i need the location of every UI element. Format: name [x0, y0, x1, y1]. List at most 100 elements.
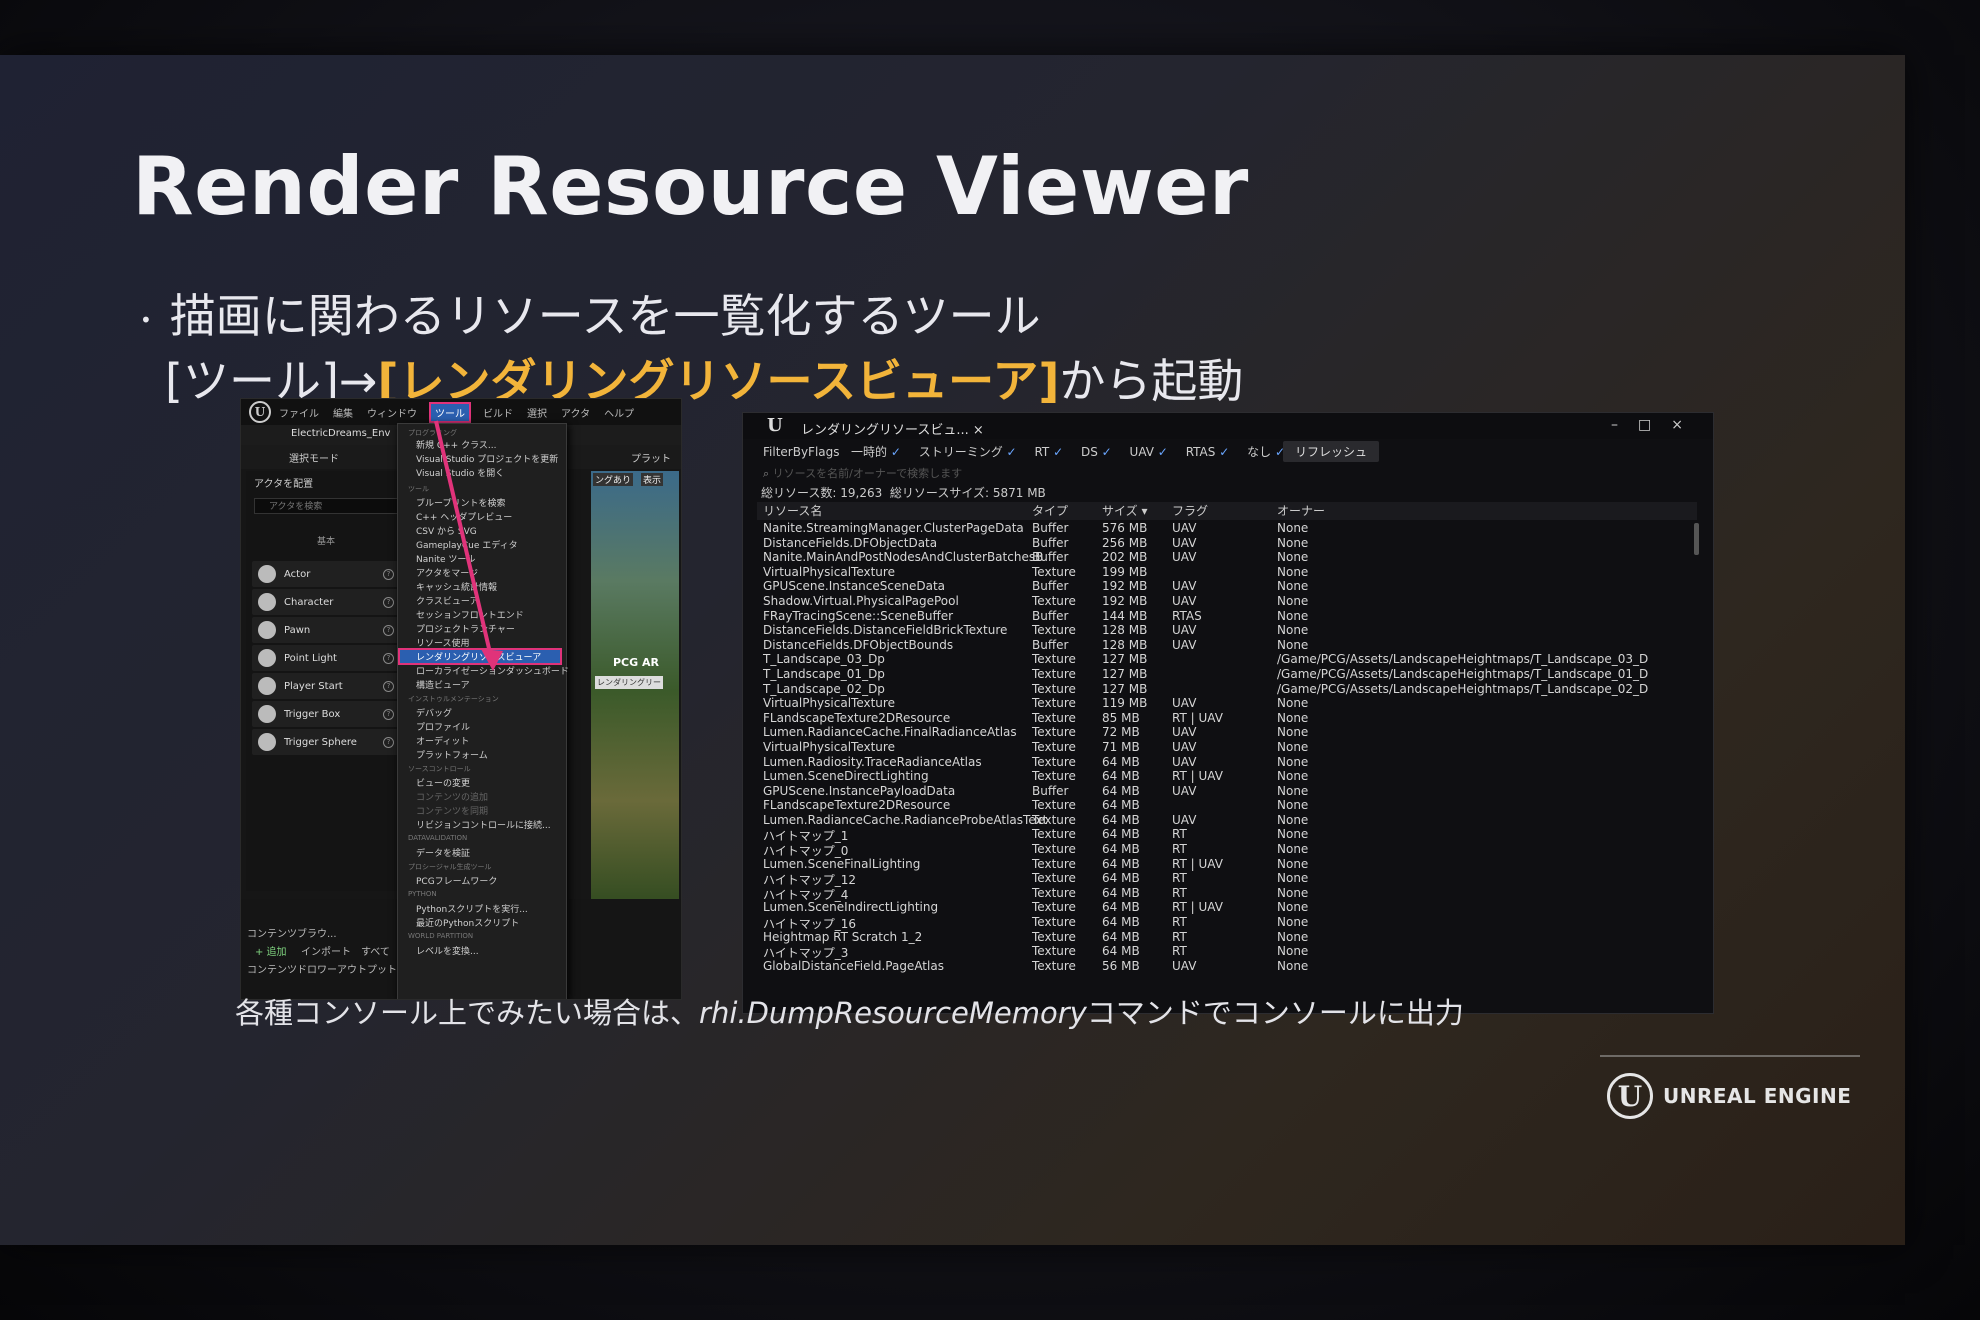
table-row[interactable]: T_Landscape_01_Dp Texture 127 MB/Game/PCG/… [757, 667, 1697, 682]
table-row[interactable]: VirtualPhysicalTexture Texture 119 MB UAV No… [757, 696, 1697, 711]
filter-rtas[interactable]: RTAS [1186, 445, 1216, 459]
resource-type: Texture [1032, 842, 1076, 857]
table-row[interactable]: DistanceFields.DistanceFieldBrickTexture… [757, 623, 1697, 638]
column-header-owner[interactable]: オーナー [1277, 502, 1325, 519]
checkmark-icon[interactable]: ✓ [891, 445, 901, 459]
resource-type: Texture [1032, 696, 1076, 711]
table-row[interactable]: VirtualPhysicalTexture Texture 71 MB UAV Non… [757, 740, 1697, 755]
table-row[interactable]: FRayTracingScene::SceneBuffer Buffer 144 M… [757, 609, 1697, 624]
resource-flags: UAV [1172, 535, 1197, 550]
table-row[interactable]: DistanceFields.DFObjectData Buffer 256 MB U… [757, 536, 1697, 551]
close-window-icon[interactable]: × [1671, 417, 1703, 433]
filter-rt[interactable]: RT [1034, 445, 1049, 459]
table-row[interactable]: ハイトマップ_3 Texture 64 MB RT None [757, 944, 1697, 960]
resource-name: Shadow.Virtual.PhysicalPagePool [763, 593, 959, 608]
resource-flags: RT | UAV [1172, 856, 1223, 871]
resource-size: 64 MB [1102, 783, 1140, 798]
resource-flags: UAV [1172, 696, 1197, 711]
resource-table-body: Nanite.StreamingManager.ClusterPageData B… [757, 521, 1697, 973]
table-row[interactable]: ハイトマップ_1 Texture 64 MB RT None [757, 827, 1697, 843]
resource-type: Texture [1032, 769, 1076, 784]
brand-name: UNREAL ENGINE [1663, 1084, 1852, 1108]
resource-type: Texture [1032, 944, 1076, 959]
table-row[interactable]: ハイトマップ_12 Texture 64 MB RT None [757, 871, 1697, 887]
resource-owner: /Game/PCG/Assets/LandscapeHeightmaps/T_L… [1277, 652, 1649, 667]
unreal-logo-icon: U [1607, 1073, 1653, 1119]
checkmark-icon[interactable]: ✓ [1102, 445, 1112, 459]
scrollbar-thumb[interactable] [1694, 523, 1699, 555]
filter-transient[interactable]: 一時的 [851, 445, 887, 459]
table-row[interactable]: Heightmap RT Scratch 1_2 Texture 64 MB RT No… [757, 930, 1697, 945]
table-row[interactable]: ハイトマップ_0 Texture 64 MB RT None [757, 842, 1697, 858]
resource-owner: None [1277, 842, 1309, 857]
resource-size: 64 MB [1102, 856, 1140, 871]
maximize-icon[interactable]: □ [1638, 417, 1671, 433]
filter-streaming[interactable]: ストリーミング [919, 445, 1003, 459]
checkmark-icon[interactable]: ✓ [1007, 445, 1017, 459]
column-header-size[interactable]: サイズ ▾ [1102, 502, 1147, 519]
resource-flags: UAV [1172, 812, 1197, 827]
table-row[interactable]: Lumen.SceneDirectLighting Texture 64 MB RT … [757, 769, 1697, 784]
column-header-name[interactable]: リソース名 [763, 502, 822, 519]
checkmark-icon[interactable]: ✓ [1219, 445, 1229, 459]
resource-flags: UAV [1172, 593, 1197, 608]
resource-type: Texture [1032, 871, 1076, 886]
resource-search-input[interactable]: ⌕ リソースを名前/オーナーで検索します [763, 465, 1693, 481]
table-row[interactable]: Lumen.RadianceCache.RadianceProbeAtlasTe… [757, 813, 1697, 828]
resource-type: Texture [1032, 739, 1076, 754]
table-row[interactable]: ハイトマップ_4 Texture 64 MB RT None [757, 886, 1697, 902]
table-row[interactable]: ハイトマップ_16 Texture 64 MB RT None [757, 915, 1697, 931]
resource-name: GlobalDistanceField.PageAtlas [763, 958, 944, 973]
resource-size: 71 MB [1102, 739, 1140, 754]
viewer-tab[interactable]: レンダリングリソースビュ... × [801, 419, 984, 438]
note-command: rhi.DumpResourceMemory [699, 996, 1087, 1030]
table-row[interactable]: GlobalDistanceField.PageAtlas Texture 56 M… [757, 959, 1697, 974]
minimize-icon[interactable]: – [1611, 417, 1638, 433]
table-row[interactable]: Lumen.Radiosity.TraceRadianceAtlas Textur… [757, 755, 1697, 770]
resource-size: 64 MB [1102, 798, 1140, 813]
resource-name: T_Landscape_01_Dp [763, 666, 885, 681]
resource-owner: None [1277, 623, 1309, 638]
brand-divider [1600, 1055, 1860, 1057]
resource-type: Texture [1032, 564, 1076, 579]
search-placeholder: リソースを名前/オーナーで検索します [772, 467, 963, 480]
table-row[interactable]: GPUScene.InstancePayloadData Buffer 64 MB U… [757, 784, 1697, 799]
resource-flags: RT [1172, 929, 1187, 944]
table-row[interactable]: T_Landscape_02_Dp Texture 127 MB/Game/PCG/… [757, 682, 1697, 697]
resource-size: 119 MB [1102, 696, 1148, 711]
table-row[interactable]: GPUScene.InstanceSceneData Buffer 192 MB UA… [757, 579, 1697, 594]
resource-name: Nanite.MainAndPostNodesAndClusterBatches… [763, 550, 1044, 565]
table-row[interactable]: Shadow.Virtual.PhysicalPagePool Texture 19… [757, 594, 1697, 609]
table-row[interactable]: Nanite.MainAndPostNodesAndClusterBatches… [757, 550, 1697, 565]
filter-uav[interactable]: UAV [1130, 445, 1154, 459]
resource-size: 56 MB [1102, 958, 1140, 973]
resource-size: 199 MB [1102, 564, 1148, 579]
column-header-flags[interactable]: フラグ [1172, 502, 1208, 519]
resource-flags: RT [1172, 827, 1187, 842]
unreal-engine-logo: U UNREAL ENGINE [1607, 1073, 1851, 1119]
resource-name: VirtualPhysicalTexture [763, 739, 895, 754]
filter-ds[interactable]: DS [1081, 445, 1098, 459]
checkmark-icon[interactable]: ✓ [1053, 445, 1063, 459]
resource-flags: UAV [1172, 754, 1197, 769]
resource-size: 256 MB [1102, 535, 1148, 550]
note-prefix: 各種コンソール上でみたい場合は、 [235, 996, 700, 1030]
resource-flags: RTAS [1172, 608, 1202, 623]
table-row[interactable]: Lumen.SceneFinalLighting Texture 64 MB RT |… [757, 857, 1697, 872]
table-row[interactable]: Lumen.SceneIndirectLighting Texture 64 MB R… [757, 900, 1697, 915]
table-row[interactable]: FLandscapeTexture2DResource Texture 85 MB R… [757, 711, 1697, 726]
filter-none[interactable]: なし [1247, 445, 1271, 459]
presentation-slide: Render Resource Viewer • 描画に関わるリソースを一覧化する… [0, 55, 1905, 1245]
table-row[interactable]: DistanceFields.DFObjectBounds Buffer 128 M… [757, 638, 1697, 653]
table-row[interactable]: Nanite.StreamingManager.ClusterPageData B… [757, 521, 1697, 536]
table-row[interactable]: FLandscapeTexture2DResource Texture 64 MB N… [757, 798, 1697, 813]
refresh-button[interactable]: リフレッシュ [1283, 441, 1380, 462]
column-header-type[interactable]: タイプ [1032, 502, 1068, 519]
table-row[interactable]: VirtualPhysicalTexture Texture 199 MB None [757, 565, 1697, 580]
resource-type: Texture [1032, 798, 1076, 813]
table-row[interactable]: Lumen.RadianceCache.FinalRadianceAtlas Te… [757, 725, 1697, 740]
table-row[interactable]: T_Landscape_03_Dp Texture 127 MB/Game/PCG/… [757, 652, 1697, 667]
close-icon[interactable]: × [973, 423, 984, 438]
checkmark-icon[interactable]: ✓ [1158, 445, 1168, 459]
resource-flags: RT [1172, 915, 1187, 930]
